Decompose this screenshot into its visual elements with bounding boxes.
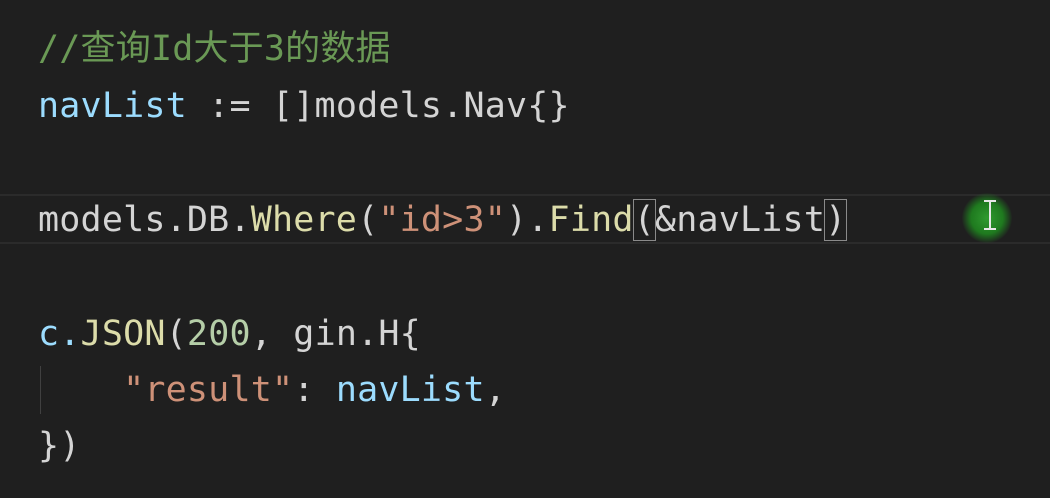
code-line-7[interactable]: "result": navList, [38,365,506,415]
status-number: 200 [186,314,251,354]
code-line-2[interactable]: navList := []models.Nav{} [38,81,570,131]
package-ref: models.DB. [38,200,251,240]
text-ibeam-cursor-icon [984,200,996,230]
code-line-1[interactable]: //查询Id大于3的数据 [38,24,391,74]
map-value: navList [335,370,485,410]
type-name: models.Nav [314,86,528,126]
method-find: Find [548,200,634,240]
comma: , [484,370,507,410]
slice-brackets: [] [272,86,315,126]
code-line-4[interactable]: models.DB.Where("id>3").Find(&navList) [38,195,848,245]
code-editor[interactable]: //查询Id大于3的数据 navList := []models.Nav{} m… [0,0,1050,498]
variable-navlist: navList [38,86,187,126]
colon: : [293,370,336,410]
separator: , [250,314,294,354]
matched-bracket-open: ( [632,199,656,241]
comment-text: //查询Id大于3的数据 [38,29,391,69]
closing-brackets: }) [38,426,81,466]
literal-braces: {} [527,86,570,126]
method-where: Where [250,200,358,240]
gin-h-type: gin.H [293,314,400,354]
paren-close-dot: ). [506,200,549,240]
context-var: c. [38,314,81,354]
assign-operator: := [186,86,272,126]
map-key: "result" [123,370,294,410]
string-arg: "id>3" [378,200,506,240]
matched-bracket-close: ) [824,199,848,241]
code-line-6[interactable]: c.JSON(200, gin.H{ [38,309,421,359]
brace-open: { [399,314,421,354]
paren-open: ( [165,314,187,354]
method-json: JSON [80,314,166,354]
code-line-8[interactable]: }) [38,421,81,471]
paren-open: ( [357,200,379,240]
pointer-arg: &navList [654,200,826,240]
